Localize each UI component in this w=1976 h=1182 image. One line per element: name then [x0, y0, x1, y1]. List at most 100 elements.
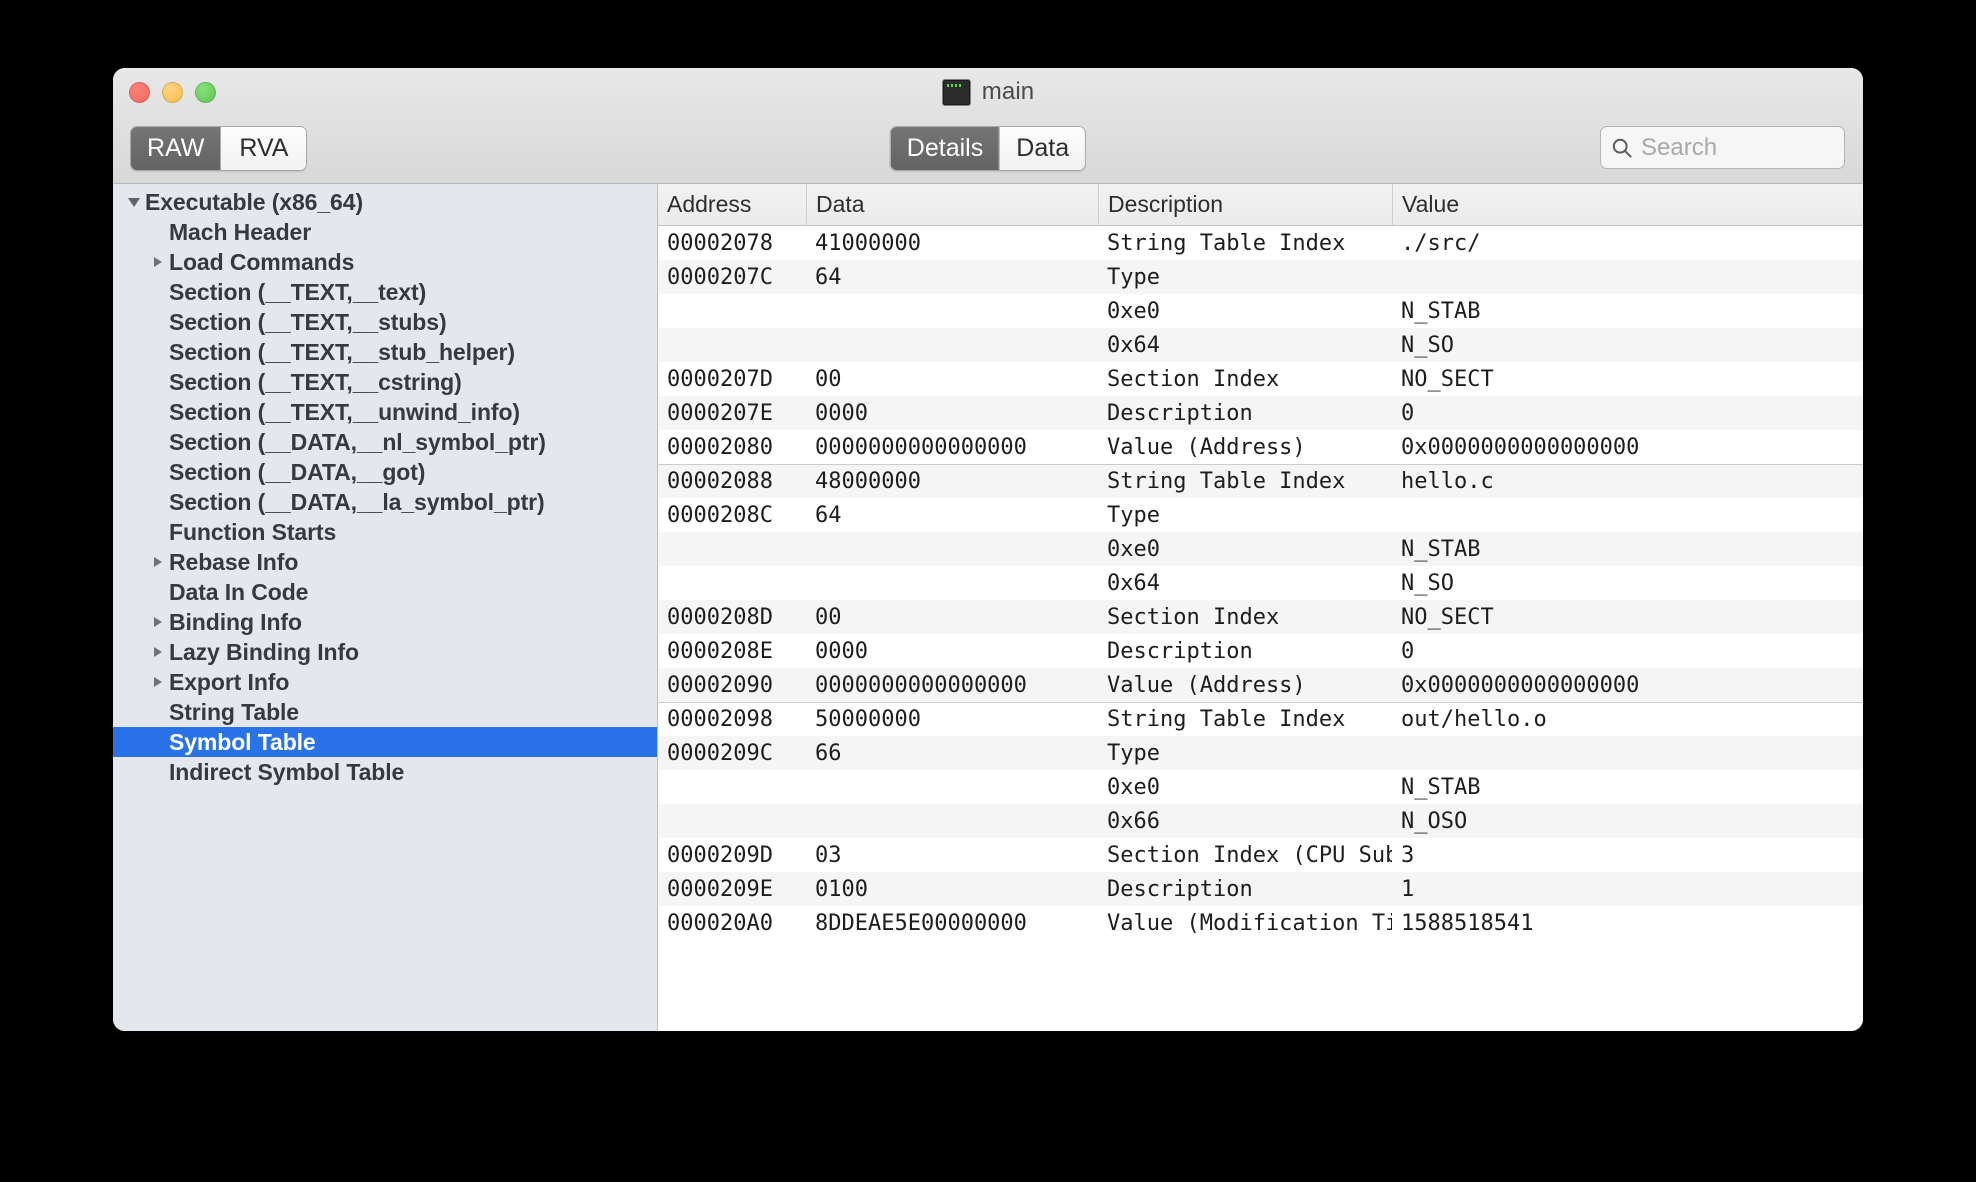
cell-description: String Table Index: [1098, 707, 1392, 732]
cell-value: N_STAB: [1392, 299, 1863, 324]
structure-sidebar[interactable]: Executable (x86_64)Mach HeaderLoad Comma…: [113, 184, 658, 1031]
cell-description: 0x66: [1098, 809, 1392, 834]
sidebar-item-executable-x86-64[interactable]: Executable (x86_64): [113, 187, 657, 217]
table-row[interactable]: 0000208C64Type: [658, 498, 1863, 532]
view-mode-segmented-control[interactable]: Details Data: [890, 126, 1086, 171]
table-body[interactable]: 0000207841000000String Table Index./src/…: [658, 226, 1863, 1031]
table-row[interactable]: 0xe0N_STAB: [658, 294, 1863, 328]
sidebar-item-section-data-got[interactable]: Section (__DATA,__got): [113, 457, 657, 487]
chevron-right-icon[interactable]: [147, 617, 169, 627]
table-row[interactable]: 0xe0N_STAB: [658, 532, 1863, 566]
table-row[interactable]: 0000207C64Type: [658, 260, 1863, 294]
cell-data: 50000000: [806, 707, 1098, 732]
chevron-right-icon[interactable]: [147, 257, 169, 267]
sidebar-item-binding-info[interactable]: Binding Info: [113, 607, 657, 637]
sidebar-item-label: Section (__DATA,__la_symbol_ptr): [169, 489, 545, 516]
table-row[interactable]: 0x66N_OSO: [658, 804, 1863, 838]
executable-binary-icon: [942, 79, 971, 106]
sidebar-item-label: Export Info: [169, 669, 289, 696]
column-header-data[interactable]: Data: [806, 184, 1098, 225]
table-row[interactable]: 0000208D00Section IndexNO_SECT: [658, 600, 1863, 634]
column-header-address[interactable]: Address: [658, 184, 806, 225]
chevron-right-icon[interactable]: [147, 647, 169, 657]
cell-description: Description: [1098, 401, 1392, 426]
sidebar-item-indirect-symbol-table[interactable]: Indirect Symbol Table: [113, 757, 657, 787]
search-input[interactable]: [1641, 134, 1834, 162]
segment-raw[interactable]: RAW: [131, 127, 220, 170]
sidebar-item-section-text-stubs[interactable]: Section (__TEXT,__stubs): [113, 307, 657, 337]
segment-details[interactable]: Details: [891, 127, 999, 170]
sidebar-item-section-text-cstring[interactable]: Section (__TEXT,__cstring): [113, 367, 657, 397]
cell-value: hello.c: [1392, 469, 1863, 494]
cell-address: 00002078: [658, 231, 806, 256]
sidebar-item-lazy-binding-info[interactable]: Lazy Binding Info: [113, 637, 657, 667]
chevron-down-icon[interactable]: [123, 198, 145, 207]
table-row[interactable]: 0000209850000000String Table Indexout/he…: [658, 702, 1863, 736]
sidebar-item-section-text-text[interactable]: Section (__TEXT,__text): [113, 277, 657, 307]
cell-data: 64: [806, 265, 1098, 290]
close-window-button[interactable]: [129, 82, 150, 103]
window-body: Executable (x86_64)Mach HeaderLoad Comma…: [113, 184, 1863, 1031]
table-row[interactable]: 0000209D03Section Index (CPU SubT…3: [658, 838, 1863, 872]
sidebar-item-symbol-table[interactable]: Symbol Table: [113, 727, 657, 757]
cell-address: 000020A0: [658, 911, 806, 936]
cell-data: 03: [806, 843, 1098, 868]
cell-address: 0000209E: [658, 877, 806, 902]
cell-data: 64: [806, 503, 1098, 528]
window-title: main: [982, 78, 1034, 106]
sidebar-item-label: Executable (x86_64): [145, 189, 363, 216]
table-row[interactable]: 0000207D00Section IndexNO_SECT: [658, 362, 1863, 396]
address-mode-segmented-control[interactable]: RAW RVA: [130, 126, 307, 171]
table-row[interactable]: 0xe0N_STAB: [658, 770, 1863, 804]
chevron-right-icon[interactable]: [147, 677, 169, 687]
sidebar-item-load-commands[interactable]: Load Commands: [113, 247, 657, 277]
cell-data: 0000: [806, 401, 1098, 426]
cell-data: 0000000000000000: [806, 435, 1098, 460]
sidebar-item-section-text-stub-helper[interactable]: Section (__TEXT,__stub_helper): [113, 337, 657, 367]
sidebar-item-label: Section (__TEXT,__cstring): [169, 369, 462, 396]
column-header-value[interactable]: Value: [1392, 184, 1863, 225]
cell-address: 0000207D: [658, 367, 806, 392]
cell-data: 8DDEAE5E00000000: [806, 911, 1098, 936]
minimize-window-button[interactable]: [162, 82, 183, 103]
table-row[interactable]: 000020800000000000000000Value (Address)0…: [658, 430, 1863, 464]
cell-description: Value (Modification Tim…: [1098, 911, 1392, 936]
sidebar-item-label: Indirect Symbol Table: [169, 759, 404, 786]
sidebar-item-section-text-unwind-info[interactable]: Section (__TEXT,__unwind_info): [113, 397, 657, 427]
sidebar-item-export-info[interactable]: Export Info: [113, 667, 657, 697]
table-row[interactable]: 000020A08DDEAE5E00000000Value (Modificat…: [658, 906, 1863, 940]
sidebar-item-section-data-nl-symbol-ptr[interactable]: Section (__DATA,__nl_symbol_ptr): [113, 427, 657, 457]
sidebar-item-section-data-la-symbol-ptr[interactable]: Section (__DATA,__la_symbol_ptr): [113, 487, 657, 517]
table-row[interactable]: 000020900000000000000000Value (Address)0…: [658, 668, 1863, 702]
details-table: Address Data Description Value 000020784…: [658, 184, 1863, 1031]
table-row[interactable]: 0000209C66Type: [658, 736, 1863, 770]
sidebar-item-label: Section (__TEXT,__stub_helper): [169, 339, 515, 366]
sidebar-item-label: Rebase Info: [169, 549, 298, 576]
table-row[interactable]: 0x64N_SO: [658, 566, 1863, 600]
cell-description: Type: [1098, 741, 1392, 766]
cell-data: 66: [806, 741, 1098, 766]
table-row[interactable]: 0000207E0000Description0: [658, 396, 1863, 430]
sidebar-item-string-table[interactable]: String Table: [113, 697, 657, 727]
cell-description: 0xe0: [1098, 299, 1392, 324]
chevron-right-icon[interactable]: [147, 557, 169, 567]
sidebar-item-mach-header[interactable]: Mach Header: [113, 217, 657, 247]
table-row[interactable]: 0000207841000000String Table Index./src/: [658, 226, 1863, 260]
cell-description: String Table Index: [1098, 231, 1392, 256]
search-field[interactable]: [1600, 126, 1845, 169]
table-row[interactable]: 0000209E0100Description1: [658, 872, 1863, 906]
segment-data[interactable]: Data: [999, 127, 1085, 170]
cell-address: 0000208E: [658, 639, 806, 664]
sidebar-item-data-in-code[interactable]: Data In Code: [113, 577, 657, 607]
cell-data: 0000000000000000: [806, 673, 1098, 698]
table-row[interactable]: 0000208E0000Description0: [658, 634, 1863, 668]
cell-value: ./src/: [1392, 231, 1863, 256]
segment-rva[interactable]: RVA: [220, 127, 306, 170]
cell-description: 0xe0: [1098, 537, 1392, 562]
maximize-window-button[interactable]: [195, 82, 216, 103]
table-row[interactable]: 0x64N_SO: [658, 328, 1863, 362]
sidebar-item-function-starts[interactable]: Function Starts: [113, 517, 657, 547]
table-row[interactable]: 0000208848000000String Table Indexhello.…: [658, 464, 1863, 498]
column-header-description[interactable]: Description: [1098, 184, 1392, 225]
sidebar-item-rebase-info[interactable]: Rebase Info: [113, 547, 657, 577]
